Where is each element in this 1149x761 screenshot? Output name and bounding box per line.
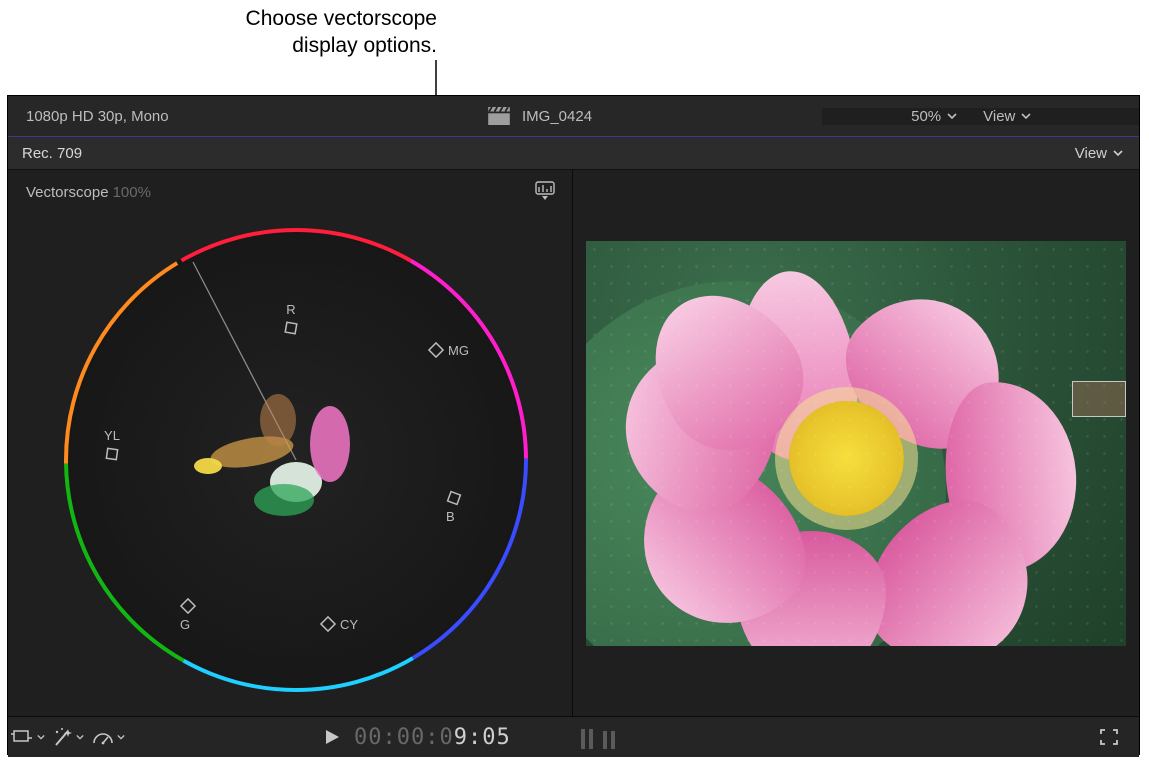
clip-name-label: IMG_0424 (522, 108, 822, 125)
vectorscope-display (56, 220, 536, 700)
viewer-topbar: 1080p HD 30p, Mono IMG_0424 50% View (8, 96, 1139, 137)
timecode-dim: 00:00:0 (354, 725, 454, 750)
fullscreen-button[interactable] (1089, 722, 1129, 752)
scope-view-label: View (1075, 145, 1107, 162)
vectorscope-target-g: G (180, 598, 196, 632)
vectorscope-target-r: R (283, 302, 299, 336)
fullscreen-icon (1099, 728, 1119, 746)
chevron-down-icon (1021, 111, 1031, 121)
enhancements-menu[interactable] (48, 722, 88, 752)
transport-bar: 00:00:09:05 (8, 716, 1139, 757)
timecode-lit: 9:05 (454, 725, 511, 750)
scope-settings-button[interactable] (534, 178, 558, 200)
audio-meter (581, 725, 615, 749)
chevron-down-icon (947, 111, 957, 121)
scope-name: Vectorscope (26, 184, 109, 201)
retime-menu[interactable] (88, 722, 128, 752)
crop-icon (11, 728, 35, 746)
transform-tool-menu[interactable] (8, 722, 48, 752)
chevron-down-icon (37, 733, 45, 741)
scope-scale: 100% (113, 184, 151, 201)
speedometer-icon (91, 728, 115, 746)
timecode-display[interactable]: 00:00:09:05 (354, 725, 511, 750)
chevron-down-icon (1113, 148, 1123, 158)
play-button[interactable] (318, 722, 346, 752)
vectorscope-target-yl: YL (104, 428, 120, 462)
preview-panel (573, 170, 1139, 716)
clapperboard-icon (488, 107, 510, 125)
vectorscope-target-b: B (446, 490, 462, 524)
scope-title: Vectorscope100% (26, 184, 151, 201)
play-icon (323, 728, 341, 746)
callout-text: Choose vectorscope display options. (177, 5, 437, 59)
viewer-view-label: View (983, 108, 1015, 125)
color-space-label: Rec. 709 (8, 145, 1075, 162)
zoom-value: 50% (911, 108, 941, 125)
scope-settings-icon (534, 178, 558, 200)
vectorscope-target-mg: MG (428, 342, 469, 358)
zoom-menu[interactable]: 50% (911, 108, 957, 125)
preview-image[interactable] (586, 241, 1126, 646)
magic-wand-icon (52, 727, 74, 747)
viewer-window: 1080p HD 30p, Mono IMG_0424 50% View (7, 95, 1140, 755)
viewer-view-menu[interactable]: View (983, 108, 1031, 125)
preview-selection-rect[interactable] (1072, 381, 1126, 417)
chevron-down-icon (117, 733, 125, 741)
chevron-down-icon (76, 733, 84, 741)
scope-header: Rec. 709 View (8, 137, 1139, 170)
scope-view-menu[interactable]: View (1075, 145, 1139, 162)
vectorscope-target-cy: CY (320, 616, 358, 632)
sequence-format-label: 1080p HD 30p, Mono (8, 108, 488, 125)
scope-panel: Vectorscope100% (8, 170, 573, 716)
